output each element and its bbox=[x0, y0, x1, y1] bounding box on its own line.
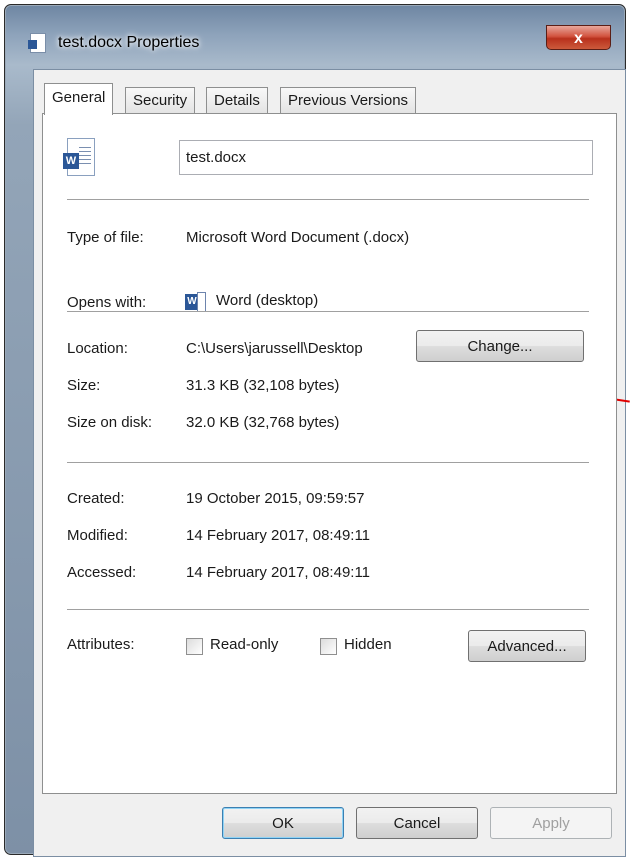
close-icon: x bbox=[574, 30, 583, 47]
properties-window: test.docx Properties x General Security … bbox=[4, 4, 626, 857]
accessed-label: Accessed: bbox=[67, 564, 137, 581]
file-name-input[interactable] bbox=[179, 140, 593, 175]
advanced-button[interactable]: Advanced... bbox=[468, 630, 586, 662]
opens-with-value: Word (desktop) bbox=[216, 292, 319, 309]
location-value: C:\Users\jarussell\Desktop bbox=[186, 340, 363, 357]
dialog-client-area: General Security Details Previous Versio… bbox=[33, 69, 626, 857]
separator bbox=[67, 199, 589, 200]
tab-general[interactable]: General bbox=[44, 83, 114, 115]
apply-button[interactable]: Apply bbox=[490, 807, 612, 839]
location-label: Location: bbox=[67, 340, 128, 357]
type-value: Microsoft Word Document (.docx) bbox=[186, 229, 410, 246]
general-panel: W Type of file: Microsoft Word Document … bbox=[42, 113, 617, 794]
ok-button[interactable]: OK bbox=[222, 807, 344, 839]
window-title: test.docx Properties bbox=[58, 34, 200, 51]
tab-details[interactable]: Details bbox=[206, 87, 268, 114]
word-document-icon: W bbox=[63, 138, 95, 176]
opens-with-label: Opens with: bbox=[67, 294, 147, 311]
modified-label: Modified: bbox=[67, 527, 128, 544]
readonly-label[interactable]: Read-only bbox=[210, 636, 278, 653]
size-value: 31.3 KB (32,108 bytes) bbox=[186, 377, 340, 394]
size-label: Size: bbox=[67, 377, 101, 394]
separator bbox=[67, 609, 589, 610]
separator bbox=[67, 462, 589, 463]
hidden-label[interactable]: Hidden bbox=[344, 636, 392, 653]
document-icon bbox=[28, 33, 46, 53]
hidden-checkbox[interactable] bbox=[320, 638, 337, 655]
created-value: 19 October 2015, 09:59:57 bbox=[186, 490, 365, 507]
cancel-button[interactable]: Cancel bbox=[356, 807, 478, 839]
readonly-checkbox[interactable] bbox=[186, 638, 203, 655]
change-button[interactable]: Change... bbox=[416, 330, 584, 362]
attributes-label: Attributes: bbox=[67, 636, 135, 653]
tab-security[interactable]: Security bbox=[125, 87, 196, 114]
accessed-value: 14 February 2017, 08:49:11 bbox=[186, 564, 371, 581]
size-on-disk-value: 32.0 KB (32,768 bytes) bbox=[186, 414, 340, 431]
size-on-disk-label: Size on disk: bbox=[67, 414, 153, 431]
modified-value: 14 February 2017, 08:49:11 bbox=[186, 527, 371, 544]
tab-previous-versions[interactable]: Previous Versions bbox=[280, 87, 417, 114]
close-button[interactable]: x bbox=[546, 25, 611, 50]
separator bbox=[67, 311, 589, 312]
word-app-icon: W bbox=[185, 292, 207, 312]
created-label: Created: bbox=[67, 490, 125, 507]
type-label: Type of file: bbox=[67, 229, 144, 246]
